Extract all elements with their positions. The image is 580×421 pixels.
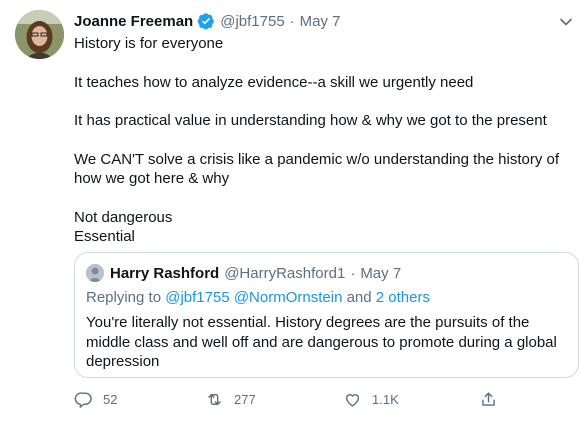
replying-to-others[interactable]: 2 others [376,289,430,306]
tweet-header: Joanne Freeman @jbf1755 · May 7 [74,10,341,32]
quoted-tweet-text: You're literally not essential. History … [86,314,557,370]
reply-count: 52 [103,391,118,407]
tweet-line: Essential [74,228,135,245]
like-button[interactable]: 1.1K [343,388,399,410]
caret-down-icon[interactable] [556,12,576,32]
author-handle[interactable]: @jbf1755 [220,13,284,30]
tweet-line: It teaches how to analyze evidence--a sk… [74,73,474,91]
tweet-line: Not dangerous [74,208,173,226]
header-separator: · [289,12,295,30]
retweet-count: 277 [234,391,256,407]
tweet-body: History is for everyone It teaches how t… [74,34,574,247]
tweet-actions: 52 277 1.1K [74,388,504,410]
author-name[interactable]: Joanne Freeman [74,13,193,30]
tweet-line: History is for everyone [74,35,224,52]
share-button[interactable] [479,388,508,410]
like-count: 1.1K [372,391,399,407]
reply-icon [74,391,92,408]
replying-to-and: and [346,289,372,306]
quoted-tweet[interactable]: Harry Rashford @HarryRashford1 · May 7 R… [74,252,579,378]
share-icon [482,391,495,406]
retweet-button[interactable]: 277 [205,388,256,410]
tweet-date[interactable]: May 7 [300,13,341,30]
author-avatar[interactable] [15,10,64,59]
tweet-line: We CAN'T solve a crisis like a pandemic … [74,150,560,188]
replying-to-users[interactable]: @jbf1755 @NormOrnstein [165,289,342,306]
quoted-author-name: Harry Rashford [110,264,220,282]
tweet-line: It has practical value in understanding … [74,112,547,129]
replying-to: Replying to @jbf1755 @NormOrnstein and 2… [86,289,430,306]
quoted-author-handle: @HarryRashford1 [224,264,346,282]
reply-button[interactable]: 52 [74,388,117,410]
quoted-author-avatar [86,264,104,282]
like-icon [345,393,360,407]
tweet[interactable]: Joanne Freeman @jbf1755 · May 7 History … [0,0,580,421]
quoted-tweet-date: May 7 [360,264,402,282]
quoted-header-separator: · [350,264,356,282]
quoted-tweet-header: Harry Rashford @HarryRashford1 · May 7 [110,262,401,284]
retweet-icon [208,393,221,405]
replying-to-prefix: Replying to [86,289,162,306]
verified-badge-icon [197,12,215,30]
